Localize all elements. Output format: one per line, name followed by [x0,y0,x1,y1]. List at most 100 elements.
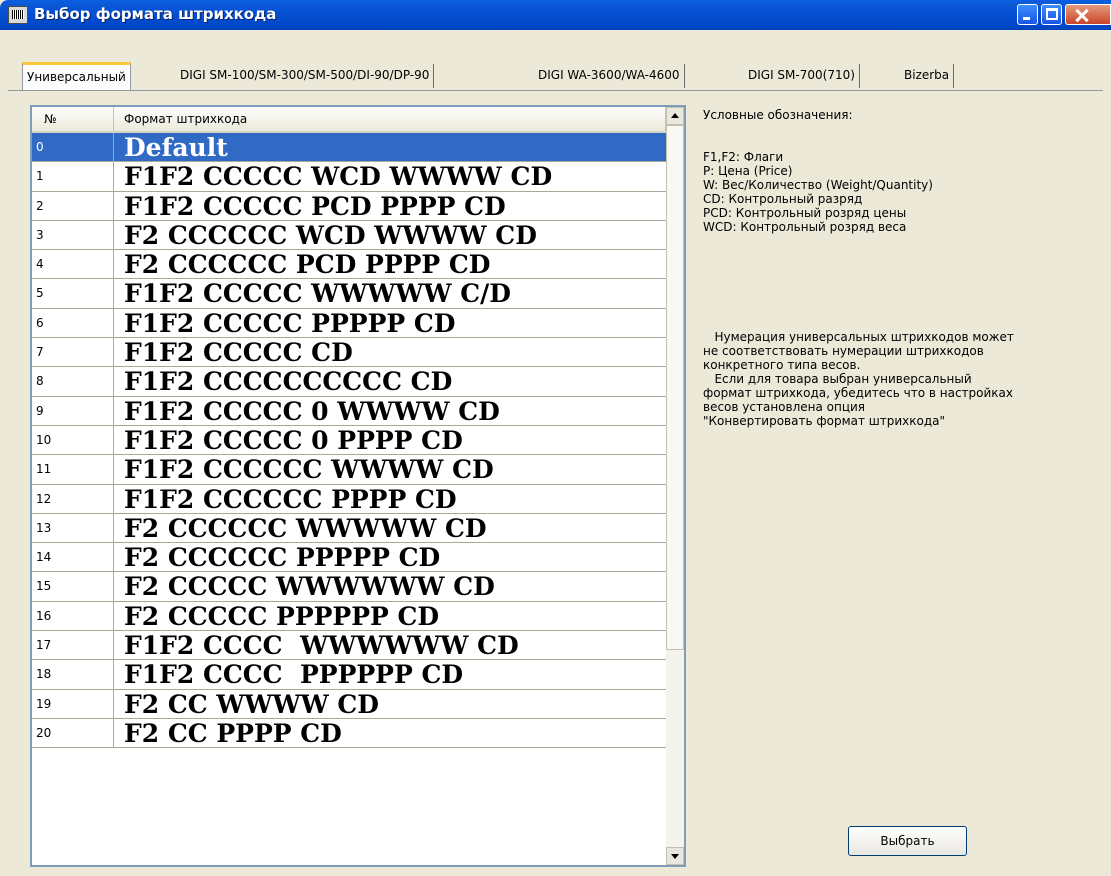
row-format: F1F2 CCCCC WWWWW C/D [124,279,511,309]
list-item[interactable]: 3 F2 CCCCCC WCD WWWW CD [32,220,666,251]
row-number: 15 [32,572,114,601]
tab-digi-sm100[interactable]: DIGI SM-100/SM-300/SM-500/DI-90/DP-90 [176,64,435,88]
row-number: 20 [32,718,114,748]
note-line: "Конвертировать формат штрихкода" [703,414,946,428]
note-line: формат штрихкода, убедитесь что в настро… [703,386,1013,400]
list-item[interactable]: 7 F1F2 CCCCC CD [32,338,666,368]
legend-panel: Условные обозначения: F1,F2: Флаги P: Це… [703,108,1103,234]
list-item[interactable]: 2 F1F2 CCCCC PCD PPPP CD [32,191,666,221]
row-number: 9 [32,396,114,425]
row-format: F2 CCCCCC WWWWW CD [124,513,487,543]
list-item[interactable]: 13 F2 CCCCCC WWWWW CD [32,513,666,544]
legend-title: Условные обозначения: [703,108,853,122]
legend-note: Нумерация универсальных штрихкодов может… [703,330,1103,428]
legend-item: W: Вес/Количество (Weight/Quantity) [703,178,933,192]
row-format: F1F2 CCCCCC PPPP CD [124,484,457,514]
row-format: Default [124,133,228,162]
minimize-button[interactable] [1017,4,1038,25]
row-number: 2 [32,191,114,220]
tab-bizerba[interactable]: Bizerba [900,64,955,88]
list-item[interactable]: 9 F1F2 CCCCC 0 WWWW CD [32,396,666,426]
list-item[interactable]: 17 F1F2 CCCC WWWWWW CD [32,631,666,661]
row-number: 19 [32,689,114,718]
note-line: конкретного типа весов. [703,358,861,372]
list-item[interactable]: 5 F1F2 CCCCC WWWWW C/D [32,279,666,309]
row-number: 12 [32,484,114,513]
row-number: 3 [32,220,114,250]
row-format: F1F2 CCCC WWWWWW CD [124,631,519,661]
note-line: Если для товара выбран универсальный [703,372,972,386]
row-format: F2 CCCCC PPPPPP CD [124,601,440,631]
tab-digi-wa3600[interactable]: DIGI WA-3600/WA-4600 [534,64,685,88]
row-format: F2 CCCCCC WCD WWWW CD [124,220,537,250]
list-item[interactable]: 4 F2 CCCCCC PCD PPPP CD [32,250,666,280]
scroll-up-button[interactable] [666,107,684,125]
row-number: 4 [32,250,114,279]
list-item[interactable]: 0 Default [32,133,666,163]
tab-digi-sm700[interactable]: DIGI SM-700(710) [744,64,860,88]
row-format: F1F2 CCCCC CD [124,338,353,368]
select-button[interactable]: Выбрать [848,826,967,856]
legend-item: F1,F2: Флаги [703,150,784,164]
list-item[interactable]: 14 F2 CCCCCC PPPPP CD [32,543,666,573]
note-line: Нумерация универсальных штрихкодов может [703,330,1014,344]
row-number: 11 [32,455,114,484]
window-title: Выбор формата штрихкода [34,5,277,23]
row-number: 7 [32,338,114,367]
row-format: F2 CC WWWW CD [124,689,379,719]
row-number: 1 [32,162,114,191]
scrollbar-thumb[interactable] [666,125,684,650]
list-item[interactable]: 6 F1F2 CCCCC PPPPP CD [32,308,666,339]
list-header: № Формат штрихкода [32,107,666,133]
maximize-button[interactable] [1041,4,1062,25]
tab-bar: Универсальный DIGI SM-100/SM-300/SM-500/… [0,30,1111,94]
list-item[interactable]: 10 F1F2 CCCCC 0 PPPP CD [32,425,666,456]
row-number: 5 [32,279,114,308]
row-format: F1F2 CCCCC PCD PPPP CD [124,191,506,221]
row-format: F1F2 CCCCC 0 WWWW CD [124,396,500,426]
list-item[interactable]: 20 F2 CC PPPP CD [32,718,666,749]
row-format: F1F2 CCCC PPPPPP CD [124,660,464,690]
list-item[interactable]: 12 F1F2 CCCCCC PPPP CD [32,484,666,514]
note-line: не соответствовать нумерации штрихкодов [703,344,984,358]
list-item[interactable]: 15 F2 CCCCC WWWWWW CD [32,572,666,602]
row-format: F1F2 CCCCC PPPPP CD [124,308,456,338]
scroll-down-button[interactable] [666,847,684,865]
row-format: F2 CCCCCC PCD PPPP CD [124,250,491,280]
row-number: 8 [32,367,114,396]
row-number: 16 [32,601,114,631]
list-item[interactable]: 16 F2 CCCCC PPPPPP CD [32,601,666,632]
list-item[interactable]: 8 F1F2 CCCCCCCCCC CD [32,367,666,397]
row-format: F1F2 CCCCC WCD WWWW CD [124,162,553,192]
legend-item: P: Цена (Price) [703,164,793,178]
legend-item: PCD: Контрольный розряд цены [703,206,907,220]
column-header-number[interactable]: № [32,107,114,131]
row-format: F1F2 CCCCCCCCCC CD [124,367,453,397]
list-rows: 0 Default 1 F1F2 CCCCC WCD WWWW CD 2 F1F2 CCC… [32,133,666,749]
list-item[interactable]: 1 F1F2 CCCCC WCD WWWW CD [32,162,666,192]
barcode-app-icon [8,6,28,24]
row-format: F2 CCCCC WWWWWW CD [124,572,495,602]
row-number: 17 [32,631,114,660]
row-number: 6 [32,308,114,338]
barcode-format-list[interactable]: № Формат штрихкода 0 Default 1 F1F2 CCCCC W… [30,105,686,867]
title-bar[interactable]: Выбор формата штрихкода [0,0,1111,30]
row-number: 14 [32,543,114,572]
list-item[interactable]: 18 F1F2 CCCC PPPPPP CD [32,660,666,690]
legend-item: WCD: Контрольный розряд веса [703,220,907,234]
column-header-format[interactable]: Формат штрихкода [114,107,666,131]
row-format: F1F2 CCCCCC WWWW CD [124,455,494,485]
row-number: 0 [32,133,114,162]
list-item[interactable]: 19 F2 CC WWWW CD [32,689,666,719]
tab-universal[interactable]: Универсальный [22,62,131,90]
list-item[interactable]: 11 F1F2 CCCCCC WWWW CD [32,455,666,485]
row-number: 18 [32,660,114,689]
vertical-scrollbar[interactable] [666,107,684,865]
note-line: весов установлена опция [703,400,866,414]
legend-item: CD: Контрольный разряд [703,192,863,206]
row-format: F2 CC PPPP CD [124,718,342,748]
row-number: 13 [32,513,114,543]
row-format: F2 CCCCCC PPPPP CD [124,543,441,573]
row-number: 10 [32,425,114,455]
close-button[interactable] [1065,4,1111,25]
